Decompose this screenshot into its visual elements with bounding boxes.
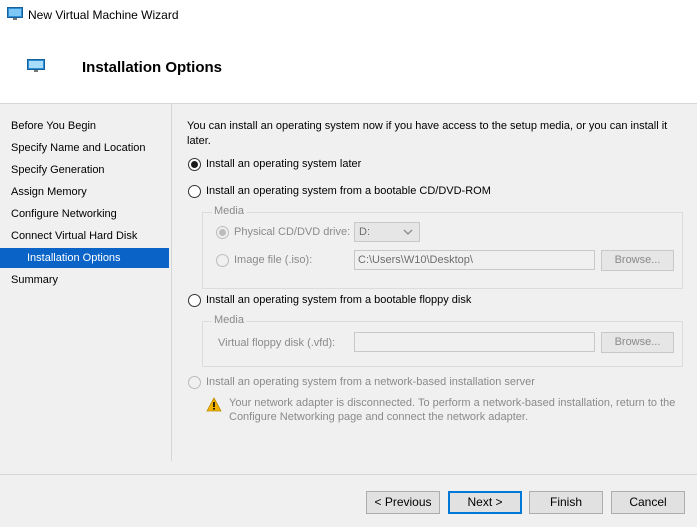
vfd-path-input[interactable] (354, 332, 595, 352)
install-network-radio[interactable] (188, 376, 201, 389)
image-file-radio[interactable] (216, 254, 229, 267)
warning-icon (206, 397, 222, 412)
virtual-machine-icon (27, 59, 45, 72)
intro-text: You can install an operating system now … (187, 120, 668, 147)
browse-iso-button[interactable]: Browse... (601, 250, 674, 271)
page-title: Installation Options (82, 59, 223, 76)
image-file-label: Image file (.iso): (234, 254, 313, 266)
image-file-path-input[interactable]: C:\Users\W10\Desktop\ (354, 250, 595, 270)
cd-media-group-label: Media (212, 205, 246, 217)
install-floppy-radio[interactable] (188, 294, 201, 307)
install-cd-radio[interactable] (188, 185, 201, 198)
nav-item-assign-memory[interactable]: Assign Memory (0, 182, 169, 202)
virtual-machine-icon (7, 7, 23, 20)
install-network-label[interactable]: Install an operating system from a netwo… (206, 376, 535, 388)
physical-drive-label: Physical CD/DVD drive: (234, 226, 351, 238)
cancel-button[interactable]: Cancel (611, 491, 685, 514)
footer-divider (0, 474, 697, 475)
next-button[interactable]: Next > (448, 491, 522, 514)
install-later-label[interactable]: Install an operating system later (206, 158, 361, 170)
window-title: New Virtual Machine Wizard (28, 8, 179, 22)
vfd-label: Virtual floppy disk (.vfd): (218, 337, 336, 349)
nav-item-specify-generation[interactable]: Specify Generation (0, 160, 169, 180)
nav-item-installation-options[interactable]: Installation Options (0, 248, 169, 268)
title-bar: New Virtual Machine Wizard (0, 0, 697, 28)
physical-drive-select[interactable]: D: (354, 222, 420, 242)
nav-item-summary[interactable]: Summary (0, 270, 169, 290)
nav-item-specify-name-and-location[interactable]: Specify Name and Location (0, 138, 169, 158)
previous-button[interactable]: < Previous (366, 491, 440, 514)
nav-item-before-you-begin[interactable]: Before You Begin (0, 116, 169, 136)
finish-button[interactable]: Finish (529, 491, 603, 514)
physical-drive-value: D: (359, 226, 370, 238)
main-content: You can install an operating system now … (172, 104, 697, 474)
install-cd-label[interactable]: Install an operating system from a boota… (206, 185, 491, 197)
chevron-down-icon (403, 229, 413, 235)
network-warning-text: Your network adapter is disconnected. To… (229, 397, 676, 423)
nav-item-connect-virtual-hard-disk[interactable]: Connect Virtual Hard Disk (0, 226, 169, 246)
nav-item-configure-networking[interactable]: Configure Networking (0, 204, 169, 224)
wizard-nav: Before You Begin Specify Name and Locati… (0, 104, 172, 461)
wizard-header: Installation Options (0, 28, 697, 104)
install-later-radio[interactable] (188, 158, 201, 171)
physical-drive-radio[interactable] (216, 226, 229, 239)
floppy-media-group-label: Media (212, 314, 246, 326)
install-floppy-label[interactable]: Install an operating system from a boota… (206, 294, 471, 306)
browse-vfd-button[interactable]: Browse... (601, 332, 674, 353)
